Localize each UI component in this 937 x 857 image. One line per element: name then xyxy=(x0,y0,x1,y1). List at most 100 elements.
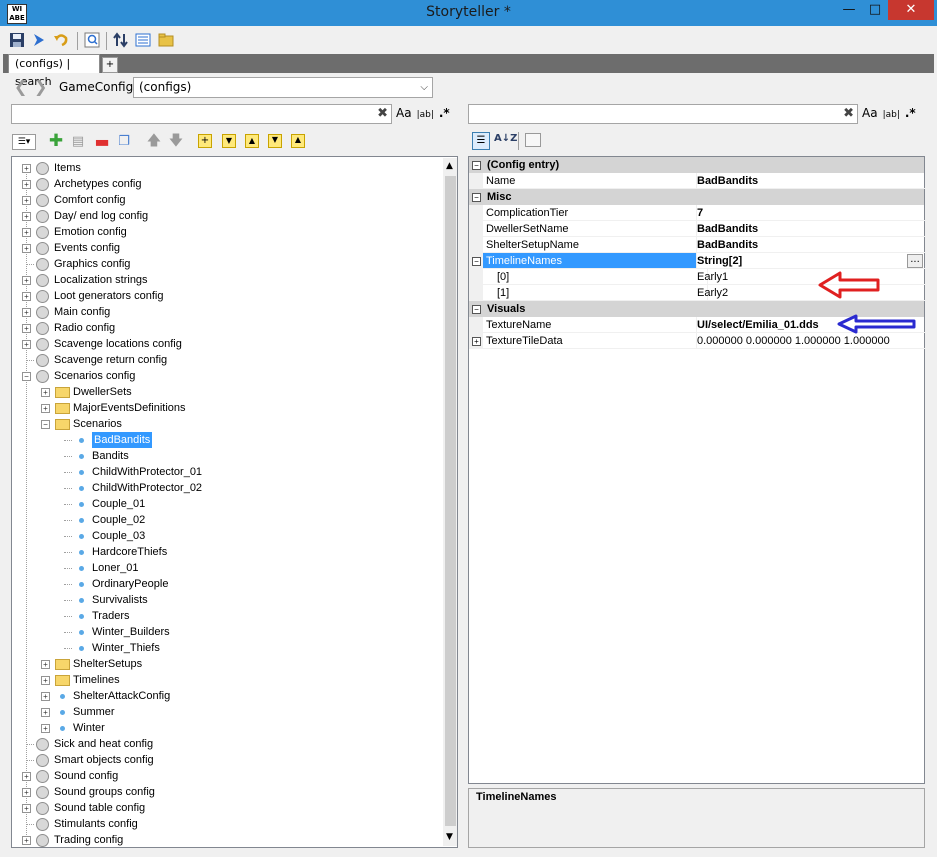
tree-node[interactable]: + Localization strings xyxy=(12,272,442,288)
tree-node[interactable]: + Loot generators config xyxy=(12,288,442,304)
tree-node[interactable]: + Trading config xyxy=(12,832,442,847)
tree-node[interactable]: + Radio config xyxy=(12,320,442,336)
right-search-input[interactable]: ✖ xyxy=(468,104,858,124)
collapse-icon[interactable]: − xyxy=(22,372,31,381)
add-tab-button[interactable]: + xyxy=(102,57,118,73)
tree-node[interactable]: + Summer xyxy=(12,704,442,720)
collapse-icon[interactable]: − xyxy=(472,161,481,170)
tree-node[interactable]: + MajorEventsDefinitions xyxy=(12,400,442,416)
tree-node[interactable]: Couple_03 xyxy=(12,528,442,544)
tree-node[interactable]: + Main config xyxy=(12,304,442,320)
tree-node[interactable]: + Scavenge locations config xyxy=(12,336,442,352)
preview-icon[interactable] xyxy=(84,32,100,48)
tree-node[interactable]: Traders xyxy=(12,608,442,624)
expand-icon[interactable]: + xyxy=(22,772,31,781)
categorized-view-icon[interactable]: ☰ xyxy=(472,132,490,150)
tree-node[interactable]: Stimulants config xyxy=(12,816,442,832)
tree-node[interactable]: − Scenarios xyxy=(12,416,442,432)
property-value[interactable]: 7 xyxy=(695,205,926,221)
tree-node[interactable]: + DwellerSets xyxy=(12,384,442,400)
collapse-up-icon[interactable]: ▲ xyxy=(245,134,259,148)
expand-icon[interactable]: + xyxy=(41,404,50,413)
tree-node[interactable]: OrdinaryPeople xyxy=(12,576,442,592)
tree-node[interactable]: − Scenarios config xyxy=(12,368,442,384)
property-pages-icon[interactable] xyxy=(525,133,541,147)
property-category[interactable]: − Misc xyxy=(469,189,924,205)
tree-node[interactable]: Scavenge return config xyxy=(12,352,442,368)
expand-icon[interactable]: + xyxy=(22,180,31,189)
ellipsis-button[interactable]: ... xyxy=(907,254,923,268)
property-row[interactable]: ComplicationTier 7 xyxy=(469,205,926,221)
expand-icon[interactable]: + xyxy=(41,676,50,685)
collapse-icon[interactable]: − xyxy=(472,193,481,202)
remove-icon[interactable]: ▬ xyxy=(94,134,110,150)
expand-icon[interactable]: + xyxy=(22,788,31,797)
alphabetical-sort-icon[interactable]: A↓Z xyxy=(494,133,517,144)
tree-node[interactable]: ChildWithProtector_01 xyxy=(12,464,442,480)
tab-configs-search[interactable]: (configs) | search xyxy=(8,54,100,88)
expand-icon[interactable]: + xyxy=(22,164,31,173)
tree-node[interactable]: Bandits xyxy=(12,448,442,464)
folder-icon[interactable] xyxy=(158,32,174,48)
tree-node[interactable]: Winter_Thiefs xyxy=(12,640,442,656)
run-icon[interactable] xyxy=(31,32,47,48)
expand-icon[interactable]: + xyxy=(41,388,50,397)
tree-node[interactable]: Loner_01 xyxy=(12,560,442,576)
undo-icon[interactable] xyxy=(53,32,69,48)
tree-node[interactable]: + Comfort config xyxy=(12,192,442,208)
expand-icon[interactable]: + xyxy=(22,324,31,333)
match-case-toggle[interactable]: Aa xyxy=(396,106,412,120)
clear-search-icon[interactable]: ✖ xyxy=(843,106,854,121)
tree-node[interactable]: + Sound groups config xyxy=(12,784,442,800)
close-button[interactable]: ✕ xyxy=(888,0,934,20)
expand-icon[interactable]: + xyxy=(22,308,31,317)
move-up-icon[interactable]: 🡅 xyxy=(146,134,162,150)
left-search-input[interactable]: ✖ xyxy=(11,104,392,124)
clear-search-icon[interactable]: ✖ xyxy=(377,106,388,121)
expand-all-icon[interactable]: + xyxy=(198,134,212,148)
tree-node[interactable]: + ShelterSetups xyxy=(12,656,442,672)
forward-arrow-icon[interactable]: ❯ xyxy=(34,79,50,95)
move-top-icon[interactable]: ▲ xyxy=(291,134,305,148)
property-row[interactable]: Name BadBandits xyxy=(469,173,926,189)
tree-node[interactable]: + Events config xyxy=(12,240,442,256)
collapse-down-icon[interactable]: ▼ xyxy=(222,134,236,148)
property-grid[interactable]: − (Config entry) Name BadBandits − Misc Compli… xyxy=(468,156,926,784)
property-value[interactable]: BadBandits xyxy=(695,237,926,253)
property-value[interactable]: Early1 xyxy=(695,269,926,285)
expand-icon[interactable]: + xyxy=(22,804,31,813)
move-bottom-icon[interactable]: ▼ xyxy=(268,134,282,148)
expand-icon[interactable]: + xyxy=(22,836,31,845)
add-folder-icon[interactable]: ▤ xyxy=(70,134,86,150)
scroll-up-icon[interactable]: ▲ xyxy=(446,161,453,171)
expand-icon[interactable]: + xyxy=(22,244,31,253)
property-value[interactable]: BadBandits xyxy=(695,173,926,189)
collapse-icon[interactable]: − xyxy=(472,305,481,314)
whole-word-toggle[interactable]: |ab| xyxy=(417,110,434,120)
tree-node[interactable]: + Emotion config xyxy=(12,224,442,240)
tree-node[interactable]: HardcoreThiefs xyxy=(12,544,442,560)
tree-node[interactable]: + Sound table config xyxy=(12,800,442,816)
property-category[interactable]: − (Config entry) xyxy=(469,157,924,173)
expand-icon[interactable]: + xyxy=(22,196,31,205)
property-value[interactable]: Early2 xyxy=(695,285,926,301)
tree-scrollbar-thumb[interactable] xyxy=(445,176,456,826)
back-arrow-icon[interactable]: ❮ xyxy=(14,79,30,95)
gameconfig-select[interactable]: (configs) ⌵ xyxy=(133,77,433,98)
config-tree[interactable]: + Items + Archetypes config + Comfort config +… xyxy=(11,156,458,848)
expand-icon[interactable]: + xyxy=(22,292,31,301)
tree-node[interactable]: + ShelterAttackConfig xyxy=(12,688,442,704)
tree-node[interactable]: Couple_01 xyxy=(12,496,442,512)
add-icon[interactable]: ✚ xyxy=(48,133,64,150)
app-icon[interactable]: WI ABE xyxy=(7,4,27,24)
property-row[interactable]: + TextureTileData 0.000000 0.000000 1.0000… xyxy=(469,333,926,349)
tree-node[interactable]: + Winter xyxy=(12,720,442,736)
duplicate-icon[interactable]: ❐ xyxy=(116,134,132,150)
tree-node[interactable]: Couple_02 xyxy=(12,512,442,528)
tree-node[interactable]: + Items xyxy=(12,160,442,176)
tree-node[interactable]: Winter_Builders xyxy=(12,624,442,640)
expand-icon[interactable]: + xyxy=(41,692,50,701)
property-value[interactable]: BadBandits xyxy=(695,221,926,237)
tree-node[interactable]: + Archetypes config xyxy=(12,176,442,192)
minimize-button[interactable]: — xyxy=(836,0,862,20)
